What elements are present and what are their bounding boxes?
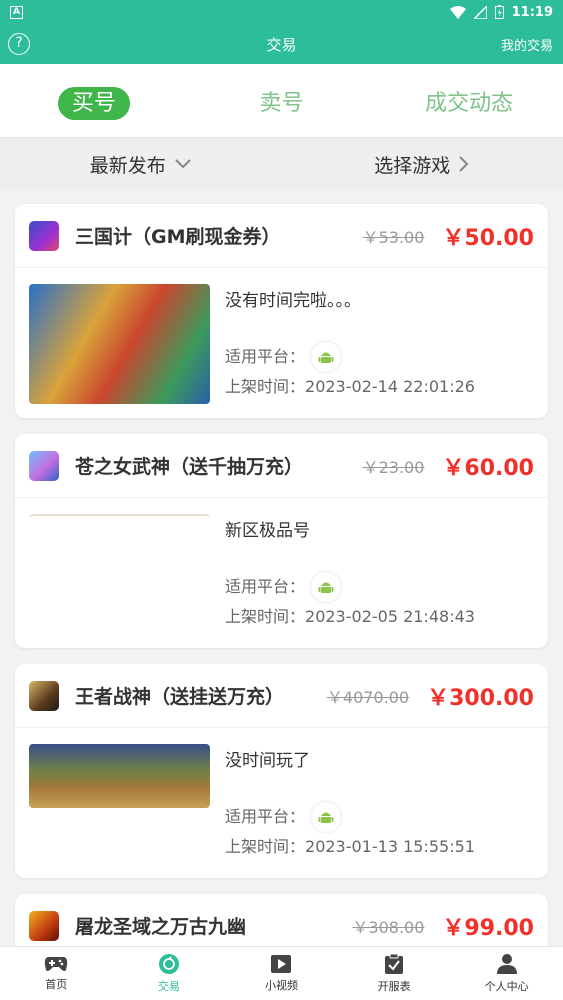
sale-price: ￥60.00: [442, 455, 534, 481]
trade-icon: [158, 954, 179, 974]
listing-title: 苍之女武神（送千抽万充）: [75, 456, 304, 478]
game-icon: [29, 220, 59, 251]
help-icon[interactable]: ?: [8, 33, 30, 55]
sale-price: ￥50.00: [442, 225, 534, 251]
android-icon: [311, 342, 342, 372]
status-time: 11:19: [511, 4, 553, 20]
wifi-icon: [449, 5, 466, 19]
nav-video[interactable]: 小视频: [225, 947, 338, 1000]
chevron-right-icon: [459, 156, 469, 172]
game-icon: [29, 910, 59, 941]
listing-description: 新区极品号: [225, 521, 310, 541]
listing-description: 没有时间完啦。。。: [225, 291, 361, 311]
time-label: 上架时间：: [225, 377, 306, 396]
listing-screenshot: [29, 284, 210, 404]
listing-time: 2023-02-05 21:48:43: [305, 607, 475, 626]
listing-title: 三国计（GM刷现金券）: [75, 226, 281, 248]
listing-title: 屠龙圣域之万古九幽: [75, 916, 247, 938]
listing-title: 王者战神（送挂送万充）: [75, 686, 285, 708]
listing-list: 三国计（GM刷现金券） ￥53.00 ￥50.00 没有时间完啦。。。 适用平台…: [0, 190, 563, 958]
android-icon: [311, 572, 342, 602]
signal-icon: [473, 5, 487, 19]
nav-profile[interactable]: 个人中心: [450, 947, 563, 1000]
trade-tabs: 买号 卖号 成交动态: [0, 64, 563, 138]
sort-dropdown[interactable]: 最新发布: [0, 151, 282, 178]
listing-time: 2023-02-14 22:01:26: [305, 377, 475, 396]
listing-card[interactable]: 王者战神（送挂送万充） ￥4070.00 ￥300.00 没时间玩了 适用平台：…: [15, 664, 548, 878]
page-title: 交易: [266, 35, 297, 54]
status-bar: A 11:19: [0, 0, 563, 24]
user-icon: [496, 954, 517, 974]
my-trade-link[interactable]: 我的交易: [501, 35, 553, 54]
platform-label: 适用平台：: [225, 807, 306, 826]
game-icon: [29, 680, 59, 711]
listing-time: 2023-01-13 15:55:51: [305, 837, 475, 856]
nav-server-list[interactable]: 开服表: [338, 947, 451, 1000]
tab-buy[interactable]: 买号: [0, 85, 188, 120]
listing-card[interactable]: 三国计（GM刷现金券） ￥53.00 ￥50.00 没有时间完啦。。。 适用平台…: [15, 204, 548, 418]
clipboard-icon: [385, 953, 404, 974]
tab-deals[interactable]: 成交动态: [375, 85, 563, 117]
time-label: 上架时间：: [225, 837, 306, 856]
original-price: ￥53.00: [362, 227, 425, 247]
original-price: ￥23.00: [362, 457, 425, 477]
listing-screenshot: [29, 744, 210, 808]
sale-price: ￥99.00: [442, 915, 534, 941]
sale-price: ￥300.00: [427, 685, 534, 711]
gamepad-icon: [45, 957, 68, 971]
chevron-down-icon: [175, 159, 191, 169]
android-icon: [311, 802, 342, 832]
platform-label: 适用平台：: [225, 577, 306, 596]
bottom-nav: 首页 交易 小视频 开服表 个人中心: [0, 946, 563, 1000]
listing-card[interactable]: 苍之女武神（送千抽万充） ￥23.00 ￥60.00 新区极品号 适用平台： 上…: [15, 434, 548, 648]
platform-label: 适用平台：: [225, 347, 306, 366]
original-price: ￥308.00: [352, 917, 425, 937]
nav-trade[interactable]: 交易: [113, 947, 226, 1000]
filter-bar: 最新发布 选择游戏: [0, 138, 563, 190]
notification-icon: A: [10, 5, 23, 19]
listing-screenshot: [29, 514, 210, 634]
time-label: 上架时间：: [225, 607, 306, 626]
video-icon: [271, 955, 292, 973]
battery-icon: [494, 5, 504, 19]
tab-sell[interactable]: 卖号: [188, 85, 376, 117]
select-game-button[interactable]: 选择游戏: [282, 151, 563, 178]
app-header: ? 交易 我的交易: [0, 24, 563, 64]
nav-home[interactable]: 首页: [0, 947, 113, 1000]
listing-description: 没时间玩了: [225, 751, 310, 771]
game-icon: [29, 450, 59, 481]
original-price: ￥4070.00: [326, 687, 410, 707]
